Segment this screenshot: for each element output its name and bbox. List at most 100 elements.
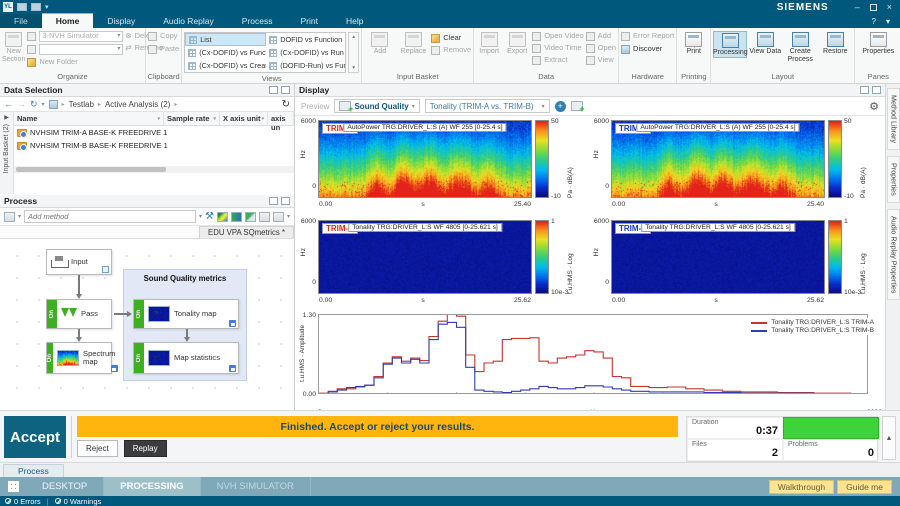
copy-process-icon[interactable]: [259, 212, 270, 222]
back-icon[interactable]: ←: [4, 99, 13, 109]
node-input[interactable]: Input: [46, 249, 112, 275]
table-row[interactable]: NVHSIM TRIM-A BASE-K FREEDRIVE 1: [14, 126, 294, 139]
import-button[interactable]: Import: [476, 31, 502, 56]
panel-quick-icon[interactable]: [17, 3, 27, 11]
error-report-button[interactable]: Error Report: [633, 31, 674, 41]
add-method-dropdown-icon[interactable]: ▾: [199, 213, 202, 220]
node-tonality-map[interactable]: On Tonality map: [133, 299, 239, 329]
tab-method-library[interactable]: Method Library: [887, 88, 900, 150]
float-panel-icon[interactable]: [269, 86, 278, 94]
print-quick-icon[interactable]: [31, 3, 41, 11]
view-item[interactable]: (Cx-DOFID) vs Run: [266, 46, 345, 59]
properties-panes-button[interactable]: Properties: [857, 31, 899, 56]
node-pass[interactable]: On Pass: [46, 299, 112, 329]
float-panel-icon[interactable]: [860, 86, 869, 94]
simulator-dropdown[interactable]: 3-NVH Simulator▾: [39, 31, 123, 42]
taskbar-tab-nvh-simulator[interactable]: NVH SIMULATOR: [201, 477, 311, 496]
tab-file[interactable]: File: [0, 14, 42, 28]
new-section-button[interactable]: New Section: [2, 31, 25, 63]
float-panel-icon[interactable]: [269, 197, 278, 205]
extract-button[interactable]: Extract: [544, 55, 567, 65]
replace-basket-button[interactable]: Replace: [398, 31, 430, 56]
discover-button[interactable]: Discover: [633, 44, 662, 54]
on-toggle[interactable]: On: [134, 343, 144, 373]
copy-button[interactable]: Copy: [160, 31, 178, 41]
gear-icon[interactable]: ⚙: [869, 100, 879, 113]
column-header-x-axis[interactable]: X axis unit▾: [220, 112, 268, 125]
reject-button[interactable]: Reject: [77, 440, 118, 457]
tab-help[interactable]: Help: [332, 14, 377, 28]
accept-button[interactable]: Accept: [4, 416, 66, 458]
history-dropdown-icon[interactable]: ▾: [42, 101, 45, 108]
spectrum-tool-icon[interactable]: [217, 212, 228, 222]
maximize-panel-icon[interactable]: [281, 86, 290, 94]
tab-process[interactable]: Process: [228, 14, 287, 28]
on-toggle[interactable]: On: [47, 300, 57, 328]
paste-process-icon[interactable]: [273, 212, 284, 222]
close-button[interactable]: ×: [887, 2, 892, 12]
print-button[interactable]: Print: [679, 31, 708, 56]
process-bottom-tab[interactable]: Process: [3, 464, 64, 477]
help-icon[interactable]: ?: [872, 17, 876, 26]
on-toggle[interactable]: On: [134, 300, 144, 328]
apps-grid-icon[interactable]: [0, 477, 26, 496]
add-display-icon[interactable]: +: [555, 101, 566, 112]
horizontal-scrollbar[interactable]: [14, 166, 294, 173]
view-item-list[interactable]: List: [185, 33, 266, 46]
table-row[interactable]: NVHSIM TRIM-B BASE-K FREEDRIVE 1: [14, 139, 294, 152]
forward-icon[interactable]: →: [17, 99, 26, 109]
views-scrollbar[interactable]: ▴▾: [348, 32, 359, 73]
taskbar-tab-processing[interactable]: PROCESSING: [104, 477, 200, 496]
gradient-tool-icon[interactable]: [231, 212, 242, 222]
tab-properties[interactable]: Properties: [887, 156, 900, 203]
display-mode-dropdown[interactable]: Sound Quality▾: [334, 99, 419, 113]
node-spectrum-map[interactable]: On Spectrum map: [46, 342, 112, 374]
remove-basket-button[interactable]: Remove: [443, 45, 471, 55]
node-map-statistics[interactable]: On Map statistics: [133, 342, 239, 374]
tab-audio-replay[interactable]: Audio Replay: [149, 14, 228, 28]
maximize-panel-icon[interactable]: [872, 86, 881, 94]
minimize-button[interactable]: –: [855, 2, 860, 12]
restore-button[interactable]: [870, 4, 877, 11]
view-item[interactable]: (Cx-DOFID) vs Function: [185, 46, 266, 59]
clear-basket-button[interactable]: Clear: [443, 33, 461, 43]
collapse-footer-button[interactable]: ▲: [882, 416, 896, 460]
tab-audio-replay-properties[interactable]: Audio Replay Properties: [887, 209, 900, 301]
replay-button[interactable]: Replay: [124, 440, 167, 457]
tab-display[interactable]: Display: [93, 14, 149, 28]
collapse-ribbon-icon[interactable]: ▾: [886, 17, 890, 26]
display-view-dropdown[interactable]: Tonality (TRIM-A vs. TRIM-B)▾: [425, 99, 550, 113]
map-tool-icon[interactable]: [245, 212, 256, 222]
view-item[interactable]: DOFID vs Function: [266, 33, 345, 46]
export-button[interactable]: Export: [504, 31, 530, 56]
view-item[interactable]: (DOFID-Run) vs Functi...: [266, 59, 345, 72]
column-header-name[interactable]: Name▾: [14, 112, 164, 125]
errors-status[interactable]: 0 Errors: [5, 497, 41, 506]
open-video-button[interactable]: Open Video: [544, 31, 583, 41]
tab-home[interactable]: Home: [42, 13, 94, 28]
walkthrough-button[interactable]: Walkthrough: [769, 480, 834, 494]
video-time-button[interactable]: Video Time: [544, 43, 581, 53]
add-picture-icon[interactable]: [571, 101, 583, 111]
wrench-icon[interactable]: ⚒: [205, 211, 214, 222]
tab-print[interactable]: Print: [286, 14, 331, 28]
warnings-status[interactable]: 0 Warnings: [55, 497, 102, 506]
column-header-y-axis[interactable]: Y axis un: [268, 112, 294, 125]
new-folder-button[interactable]: New Folder: [39, 57, 77, 67]
tools-dropdown-icon[interactable]: ▾: [287, 213, 290, 220]
method-group-dropdown-icon[interactable]: ▾: [18, 213, 21, 220]
refresh-icon[interactable]: ↻: [282, 99, 290, 110]
qat-dropdown-icon[interactable]: ▾: [45, 3, 49, 11]
maximize-panel-icon[interactable]: [281, 197, 290, 205]
input-basket-side-tab[interactable]: ▶ Input Basket (2): [0, 112, 14, 194]
method-group-icon[interactable]: [4, 212, 15, 222]
restore-layout-button[interactable]: Restore: [818, 31, 852, 56]
create-process-button[interactable]: Create Process: [783, 31, 817, 63]
history-icon[interactable]: ↻: [30, 99, 38, 110]
paste-button[interactable]: Paste: [160, 44, 179, 54]
processing-layout-button[interactable]: Processing: [713, 31, 747, 58]
add-to-basket-button[interactable]: Add: [364, 31, 396, 56]
edit-icon[interactable]: [102, 266, 109, 273]
open-data-button[interactable]: Open: [598, 43, 616, 53]
view-item[interactable]: (Cx-DOFID) vs Creator: [185, 59, 266, 72]
